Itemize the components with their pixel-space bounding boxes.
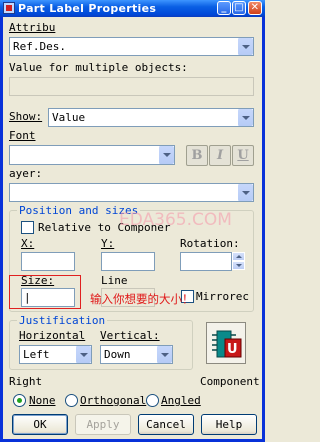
radio-angled-label: Angled [161, 394, 201, 407]
radio-orthogonal-label: Orthogonal [80, 394, 147, 407]
spin-up-icon[interactable] [232, 252, 245, 261]
app-icon [3, 2, 15, 14]
component-button[interactable]: U [206, 322, 246, 364]
title-bar[interactable]: Part Label Properties _ □ ✕ [0, 0, 265, 17]
relative-checkbox[interactable] [21, 221, 34, 234]
spin-down-icon[interactable] [232, 261, 245, 270]
radio-none[interactable] [13, 394, 26, 407]
rotation-field[interactable] [180, 252, 232, 271]
y-label: Y: [101, 237, 115, 250]
multiple-objects-label: Value for multiple objects: [9, 61, 188, 74]
window-title: Part Label Properties [18, 2, 157, 15]
x-label: X: [21, 237, 35, 250]
chevron-down-icon[interactable] [75, 346, 91, 363]
maximize-button[interactable]: □ [232, 1, 246, 15]
font-label: Font [9, 129, 36, 142]
y-field[interactable] [101, 252, 155, 271]
ok-button[interactable]: OK [12, 414, 68, 435]
attribute-label: Attribu [9, 21, 56, 34]
chevron-down-icon[interactable] [158, 146, 174, 164]
horizontal-label: Horizontal [19, 329, 86, 342]
cancel-button[interactable]: Cancel [138, 414, 194, 435]
show-label: Show: [9, 110, 43, 123]
radio-angled[interactable] [146, 394, 159, 407]
annotation-text: 输入你想要的大小！ [90, 292, 194, 306]
underline-button[interactable]: U [232, 145, 254, 166]
font-select[interactable] [9, 145, 175, 165]
vertical-select[interactable]: Down [100, 345, 173, 364]
dialog-window: Part Label Properties _ □ ✕ Attribu Ref.… [0, 0, 265, 442]
vertical-label: Vertical: [100, 329, 160, 342]
bold-button[interactable]: B [186, 145, 208, 166]
x-field[interactable] [21, 252, 75, 271]
right-label: Right [9, 375, 43, 388]
rotation-spinner[interactable] [232, 252, 245, 271]
chevron-down-icon[interactable] [237, 38, 253, 55]
attribute-value: Ref.Des. [13, 40, 66, 53]
chevron-down-icon[interactable] [237, 109, 253, 126]
horizontal-value: Left [23, 348, 50, 361]
apply-button[interactable]: Apply [75, 414, 131, 435]
close-button[interactable]: ✕ [248, 1, 262, 15]
watermark: EDA365.COM [119, 210, 232, 230]
justification-legend: Justification [17, 314, 108, 327]
radio-orthogonal[interactable] [65, 394, 78, 407]
chevron-down-icon[interactable] [156, 346, 172, 363]
help-button[interactable]: Help [201, 414, 257, 435]
layer-label: ayer: [9, 167, 43, 180]
show-value: Value [52, 111, 86, 124]
component-label: Component [200, 375, 260, 388]
attribute-select[interactable]: Ref.Des. [9, 37, 254, 56]
show-select[interactable]: Value [48, 108, 254, 127]
vertical-value: Down [104, 348, 131, 361]
minimize-button[interactable]: _ [217, 1, 231, 15]
chevron-down-icon[interactable] [237, 184, 253, 201]
layer-select[interactable] [9, 183, 254, 202]
annotation-box [9, 275, 81, 309]
component-chip-icon: U [212, 330, 242, 358]
radio-none-label: None [29, 394, 56, 407]
multiple-objects-field [9, 77, 254, 96]
italic-button[interactable]: I [209, 145, 231, 166]
horizontal-select[interactable]: Left [19, 345, 92, 364]
svg-text:U: U [227, 342, 238, 357]
mirrored-label: Mirrorec [196, 290, 249, 303]
line-label: Line [101, 274, 128, 287]
rotation-label: Rotation: [180, 237, 240, 250]
